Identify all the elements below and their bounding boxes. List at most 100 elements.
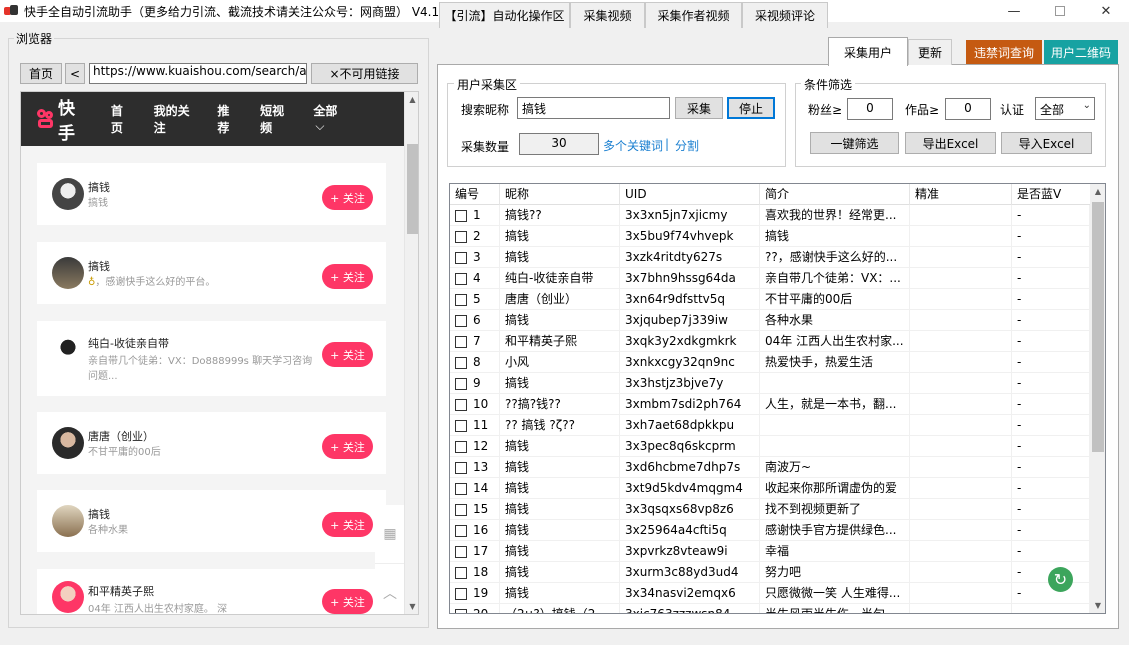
collect-button[interactable]: 采集 bbox=[675, 97, 723, 119]
table-row[interactable]: 8 小风 3xnkxcgy32qn9nc 热爱快手，热爱生活 - bbox=[450, 352, 1090, 373]
refresh-icon[interactable]: ↻ bbox=[1048, 567, 1073, 592]
back-button[interactable]: < bbox=[65, 63, 85, 84]
works-min-input[interactable]: 0 bbox=[945, 98, 991, 120]
webview-scrollbar[interactable]: ▲ ▼ bbox=[404, 92, 418, 614]
table-row[interactable]: 1 搞钱?? 3x3xn5jn7xjicmy 喜欢我的世界！经常更... - bbox=[450, 205, 1090, 226]
export-excel-button[interactable]: 导出Excel bbox=[905, 132, 996, 154]
fans-min-input[interactable]: 0 bbox=[847, 98, 893, 120]
cell-nickname: （2∪?）搞钱（2... bbox=[500, 604, 620, 613]
follow-button[interactable]: + 关注 bbox=[322, 434, 373, 459]
import-excel-button[interactable]: 导入Excel bbox=[1001, 132, 1092, 154]
url-input[interactable]: https://www.kuaishou.com/search/au bbox=[89, 63, 307, 84]
table-row[interactable]: 16 搞钱 3x25964a4cfti5q 感谢快手官方提供绿色... - bbox=[450, 520, 1090, 541]
scroll-down-icon[interactable]: ▼ bbox=[405, 599, 418, 614]
table-row[interactable]: 19 搞钱 3x34nasvi2emqx6 只愿微微一笑 人生难得... - bbox=[450, 583, 1090, 604]
user-card[interactable]: 搞钱 搞钱 + 关注 bbox=[37, 163, 386, 225]
user-card[interactable]: 和平精英子熙 04年 江西人出生农村家庭。 深 + 关注 bbox=[37, 569, 386, 614]
window-title: 快手全自动引流助手（更多给力引流、截流技术请关注公众号：网商盟） V4.13 bbox=[24, 4, 447, 19]
ks-nav-following[interactable]: 我的关注 bbox=[154, 102, 196, 136]
scroll-up-icon[interactable]: ▲ bbox=[405, 92, 418, 107]
minimize-button[interactable]: — bbox=[991, 0, 1037, 22]
unavailable-link-button[interactable]: ×不可用链接 bbox=[311, 63, 418, 84]
verify-select[interactable]: 全部 ⌄ bbox=[1035, 97, 1095, 120]
col-bluev[interactable]: 是否蓝V bbox=[1012, 184, 1090, 205]
ks-nav-all[interactable]: 全部⌵ bbox=[313, 102, 382, 136]
scroll-down-icon[interactable]: ▼ bbox=[1090, 598, 1105, 613]
qrcode-icon[interactable]: ▦ bbox=[375, 505, 405, 563]
scroll-thumb[interactable] bbox=[407, 144, 418, 234]
table-row[interactable]: 5 唐唐（创业） 3xn64r9dfsttv5q 不甘平庸的00后 - bbox=[450, 289, 1090, 310]
ks-nav-home[interactable]: 首页 bbox=[111, 102, 132, 136]
search-nickname-input[interactable]: 搞钱 bbox=[517, 97, 670, 119]
table-row[interactable]: 12 搞钱 3x3pec8q6skcprm - bbox=[450, 436, 1090, 457]
home-button[interactable]: 首页 bbox=[20, 63, 62, 84]
multi-keyword-link[interactable]: 多个关键词 bbox=[603, 137, 663, 154]
collect-count-input[interactable]: 30 bbox=[519, 133, 599, 155]
tab-collect-comments[interactable]: 采视频评论 bbox=[742, 2, 828, 28]
scroll-thumb[interactable] bbox=[1092, 202, 1104, 452]
table-row[interactable]: 2 搞钱 3x5bu9f74vhvepk 搞钱 - bbox=[450, 226, 1090, 247]
close-button[interactable]: ✕ bbox=[1083, 0, 1129, 22]
cell-precise bbox=[910, 583, 1012, 604]
tab-collect-author-video[interactable]: 采集作者视频 bbox=[645, 2, 742, 28]
follow-button[interactable]: + 关注 bbox=[322, 589, 373, 614]
cell-nickname: 唐唐（创业） bbox=[500, 289, 620, 310]
table-row[interactable]: 13 搞钱 3xd6hcbme7dhp7s 南波万~ - bbox=[450, 457, 1090, 478]
cell-intro: 热爱快手，热爱生活 bbox=[760, 352, 910, 373]
table-row[interactable]: 10 ??搞?钱?? 3xmbm7sdi2ph764 人生，就是一本书，翻... - bbox=[450, 394, 1090, 415]
cell-no: 9 bbox=[450, 373, 500, 394]
table-row[interactable]: 7 和平精英子熙 3xqk3y2xdkgmkrk 04年 江西人出生农村家... - bbox=[450, 331, 1090, 352]
follow-button[interactable]: + 关注 bbox=[322, 264, 373, 289]
maximize-icon bbox=[1055, 6, 1065, 16]
follow-button[interactable]: + 关注 bbox=[322, 342, 373, 367]
col-intro[interactable]: 简介 bbox=[760, 184, 910, 205]
table-row[interactable]: 15 搞钱 3x3qsqxs68vp8z6 找不到视频更新了 - bbox=[450, 499, 1090, 520]
cell-bluev: - bbox=[1012, 289, 1090, 310]
table-row[interactable]: 17 搞钱 3xpvrkz8vteaw9i 幸福 - bbox=[450, 541, 1090, 562]
tab-collect-video[interactable]: 采集视频 bbox=[570, 2, 645, 28]
one-click-filter-button[interactable]: 一键筛选 bbox=[810, 132, 899, 154]
user-card[interactable]: 唐唐（创业） 不甘平庸的00后 + 关注 bbox=[37, 412, 386, 474]
user-card[interactable]: 搞钱 各种水果 + 关注 bbox=[37, 490, 386, 552]
user-qrcode-button[interactable]: 用户二维码 bbox=[1044, 40, 1118, 64]
follow-button[interactable]: + 关注 bbox=[322, 185, 373, 210]
table-row[interactable]: 11?? 搞钱 ?ζ?? 3xh7aet68dpkkpu - bbox=[450, 415, 1090, 436]
kuaishou-logo[interactable]: 快手 bbox=[35, 94, 89, 144]
table-row[interactable]: 20 （2∪?）搞钱（2... 3xjc763zzzwsn84 半生风雨半生伤，半句.… bbox=[450, 604, 1090, 613]
browser-group-label: 浏览器 bbox=[14, 30, 55, 47]
follow-button[interactable]: + 关注 bbox=[322, 512, 373, 537]
cell-no: 15 bbox=[450, 499, 500, 520]
table-row[interactable]: 18 搞钱 3xurm3c88yd3ud4 努力吧 - bbox=[450, 562, 1090, 583]
table-scrollbar[interactable]: ▲ ▼ bbox=[1090, 184, 1105, 613]
tab-automation[interactable]: 【引流】自动化操作区 bbox=[439, 2, 570, 28]
tab-collect-users[interactable]: 采集用户 bbox=[828, 37, 908, 66]
stop-button[interactable]: 停止 bbox=[727, 97, 775, 119]
table-row[interactable]: 6 搞钱 3xjqubep7j339iw 各种水果 - bbox=[450, 310, 1090, 331]
user-card[interactable]: 纯白-收徒亲自带 亲自带几个徒弟：VX：Do888999s 聊天学习咨询问题..… bbox=[37, 321, 386, 396]
col-uid[interactable]: UID bbox=[620, 184, 760, 205]
ks-nav-recommend[interactable]: 推荐 bbox=[217, 102, 238, 136]
col-no[interactable]: 编号 bbox=[450, 184, 500, 205]
cell-no: 14 bbox=[450, 478, 500, 499]
scroll-up-icon[interactable]: ▲ bbox=[1090, 184, 1105, 200]
forbidden-words-button[interactable]: 违禁词查询 bbox=[966, 40, 1042, 64]
cell-no: 10 bbox=[450, 394, 500, 415]
maximize-button[interactable] bbox=[1037, 0, 1083, 22]
table-row[interactable]: 14 搞钱 3xt9d5kdv4mqgm4 收起来你那所谓虚伪的爱 - bbox=[450, 478, 1090, 499]
cell-precise bbox=[910, 604, 1012, 613]
user-card[interactable]: 搞钱 ♁，感谢快手这么好的平台。 + 关注 bbox=[37, 242, 386, 304]
cell-precise bbox=[910, 310, 1012, 331]
cell-precise bbox=[910, 541, 1012, 562]
back-to-top-icon[interactable]: ︿ bbox=[375, 563, 405, 614]
split-link[interactable]: 分割 bbox=[675, 137, 699, 154]
cell-nickname: 小风 bbox=[500, 352, 620, 373]
col-nickname[interactable]: 昵称 bbox=[500, 184, 620, 205]
table-row[interactable]: 9 搞钱 3x3hstjz3bjve7y - bbox=[450, 373, 1090, 394]
table-row[interactable]: 4 纯白-收徒亲自带 3x7bhn9hssg64da 亲自带几个徒弟：VX：... - bbox=[450, 268, 1090, 289]
cell-bluev: - bbox=[1012, 268, 1090, 289]
tab-update[interactable]: 更新 bbox=[908, 39, 952, 65]
col-precise[interactable]: 精准 bbox=[910, 184, 1012, 205]
cell-nickname: 搞钱?? bbox=[500, 205, 620, 226]
table-row[interactable]: 3 搞钱 3xzk4ritdty627s ??，感谢快手这么好的... - bbox=[450, 247, 1090, 268]
ks-nav-short-video[interactable]: 短视频 bbox=[260, 102, 291, 136]
